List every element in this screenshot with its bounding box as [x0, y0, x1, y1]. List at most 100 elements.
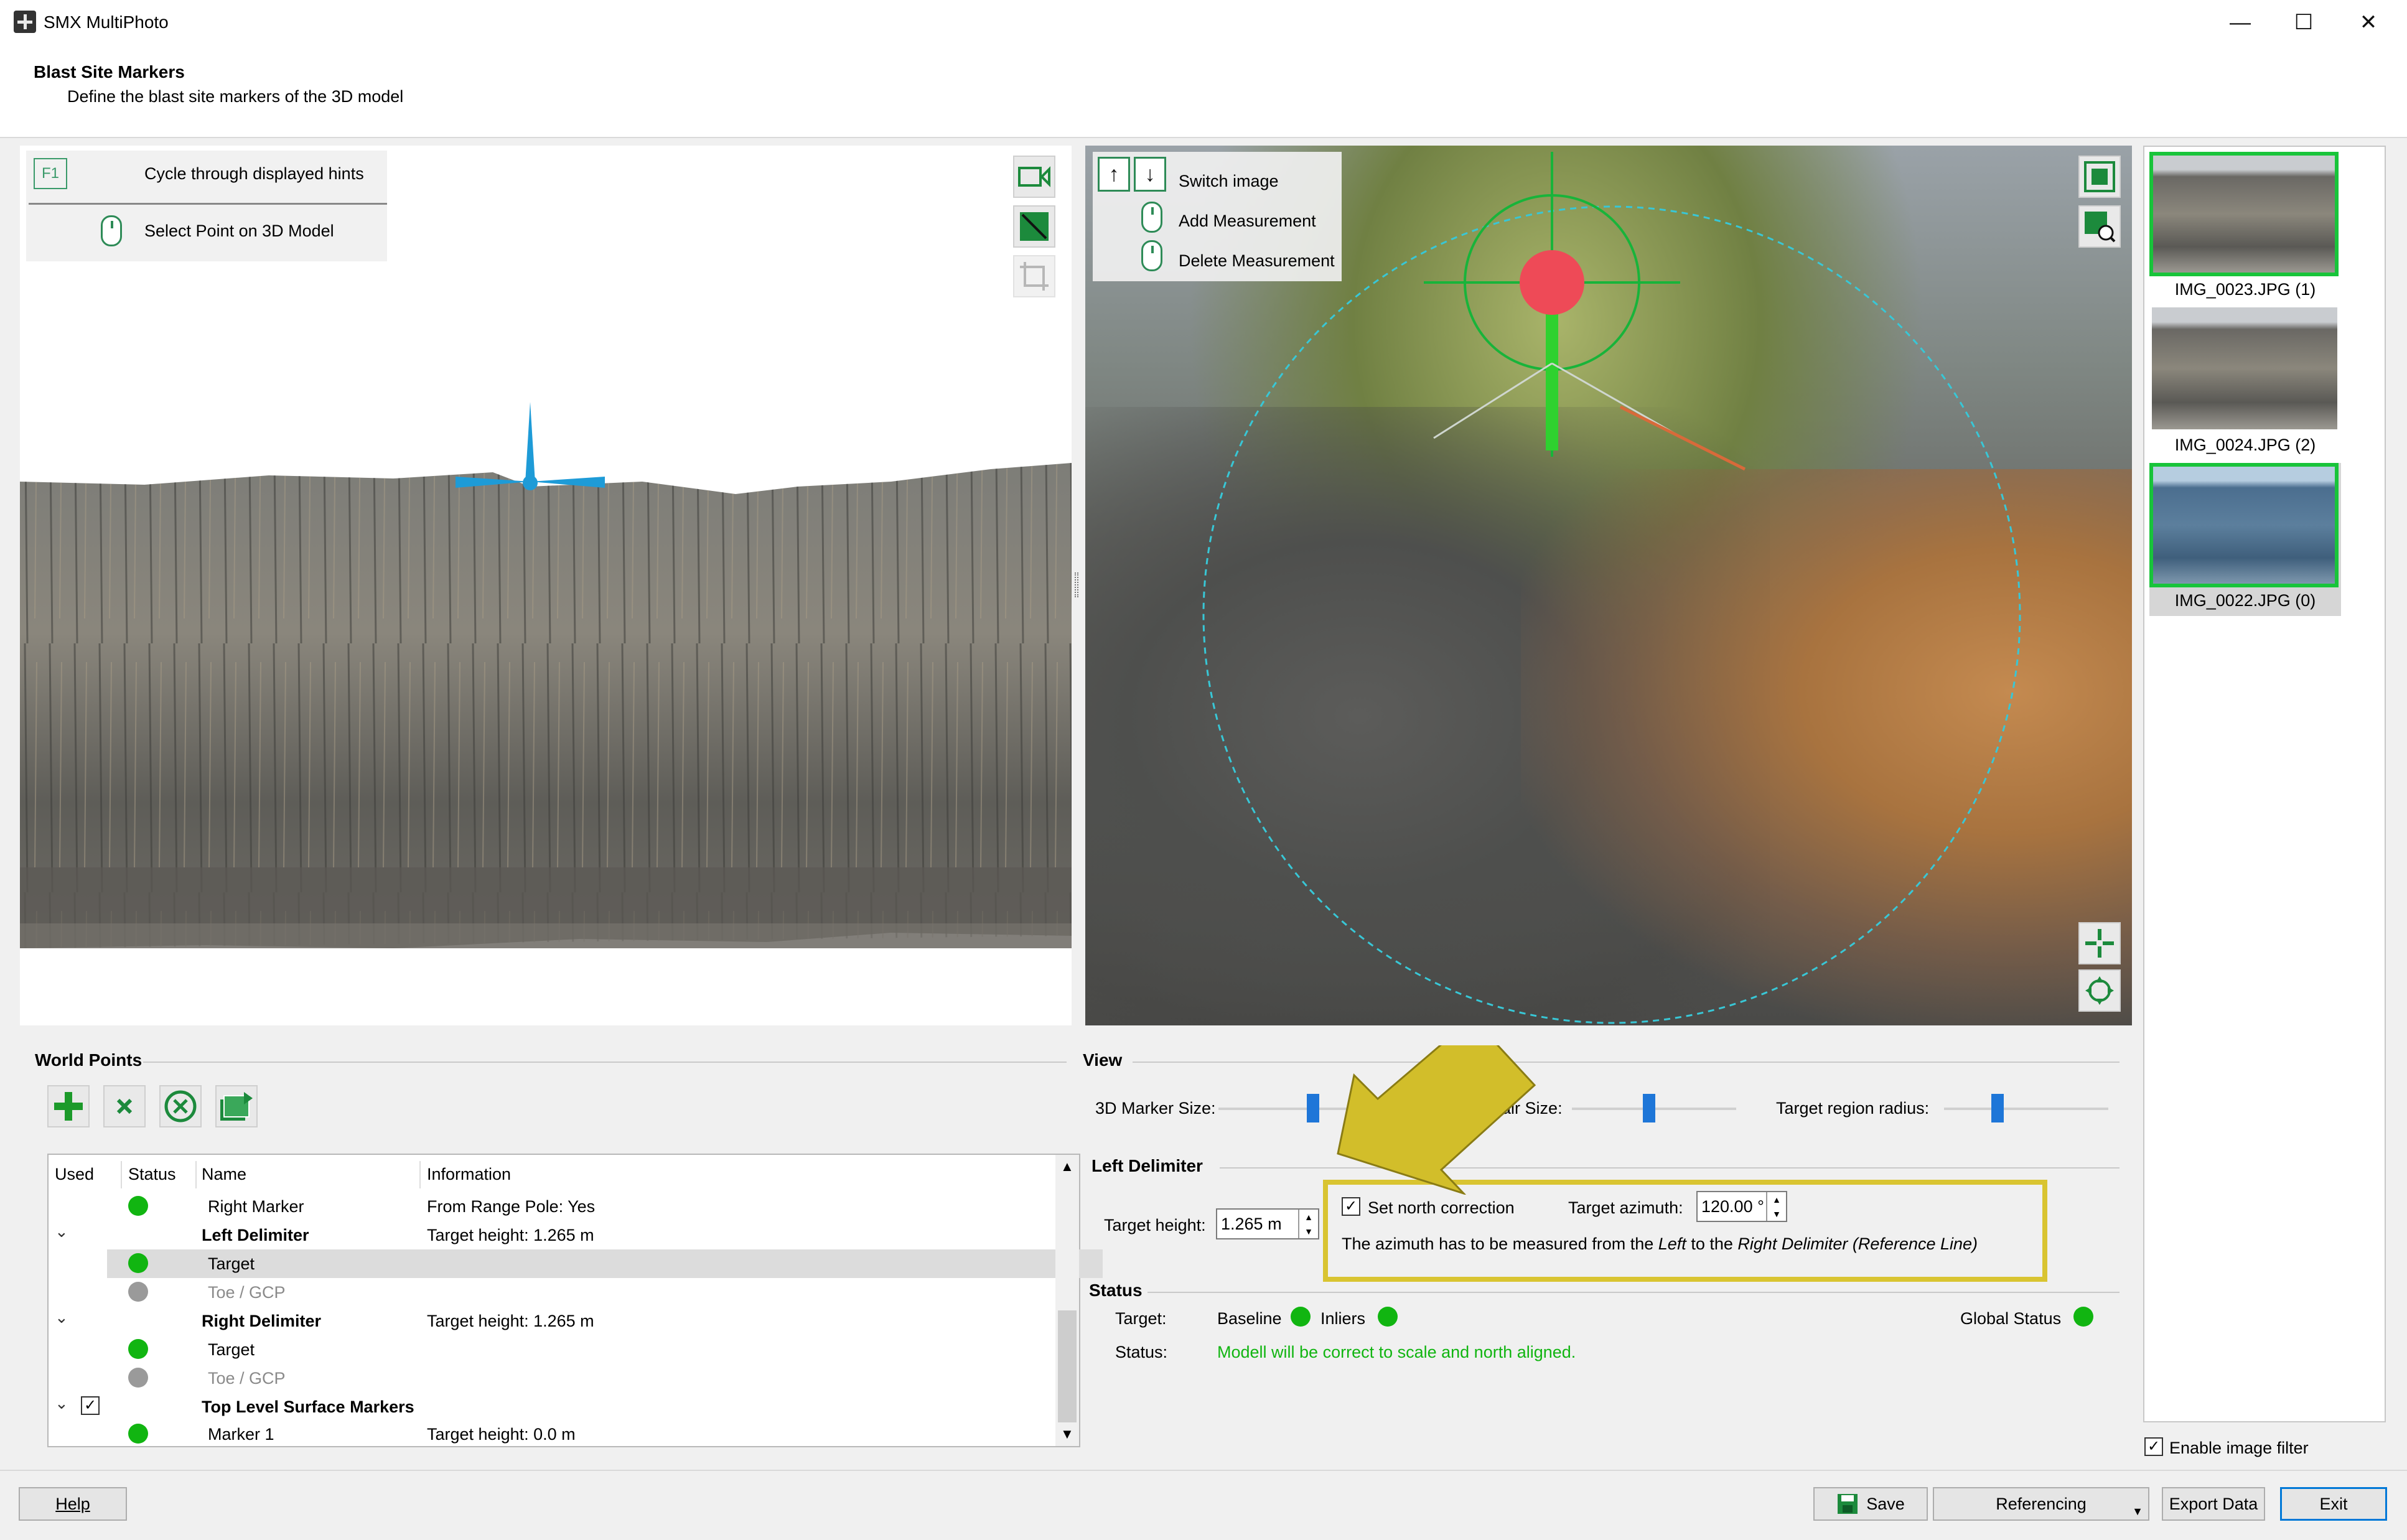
minimize-button[interactable]: — [2209, 0, 2271, 45]
expand-icon[interactable]: ⌄ [55, 1308, 68, 1327]
world-points-tree[interactable]: Used Status Name Information Right Marke… [47, 1154, 1103, 1447]
world-points-title: World Points [35, 1050, 143, 1070]
app-icon [14, 11, 36, 33]
status-dot [128, 1196, 148, 1216]
expand-icon[interactable]: ⌄ [55, 1394, 68, 1413]
delete-point-button[interactable] [103, 1085, 146, 1127]
hint-select-point: Select Point on 3D Model [144, 222, 334, 240]
status-dot [128, 1339, 148, 1359]
crosshair-size-slider[interactable] [1643, 1094, 1655, 1122]
locate-target-icon [2085, 976, 2114, 1005]
target-radius-track[interactable] [1944, 1108, 2108, 1110]
spin-down-icon[interactable]: ▼ [1772, 1210, 1781, 1218]
target-azimuth-spinner[interactable]: ▲ ▼ [1766, 1192, 1786, 1221]
crosshair-icon [2085, 929, 2114, 958]
import-icon [220, 1092, 253, 1121]
column-separator[interactable] [121, 1161, 122, 1188]
north-correction-checkbox[interactable]: ✓ [1342, 1197, 1360, 1216]
section-divider [143, 1062, 1067, 1063]
status-message: Modell will be correct to scale and nort… [1217, 1343, 1576, 1361]
close-icon: ✕ [2359, 11, 2378, 34]
spin-up-icon[interactable]: ▲ [1304, 1213, 1313, 1221]
tree-row[interactable]: Target [49, 1249, 1050, 1278]
column-header-information[interactable]: Information [427, 1165, 511, 1184]
thumbnail-item-selected[interactable]: IMG_0022.JPG (0) [2149, 463, 2341, 616]
column-separator[interactable] [195, 1161, 197, 1188]
mouse-left-icon [101, 215, 122, 246]
marker-size-label: 3D Marker Size: [1095, 1099, 1216, 1118]
scroll-down-icon[interactable]: ▼ [1060, 1426, 1074, 1442]
used-checkbox[interactable]: ✓ [81, 1396, 100, 1415]
row-name: Right Delimiter [202, 1312, 322, 1330]
tree-group-row[interactable]: ⌄ Right Delimiter Target height: 1.265 m [49, 1307, 1050, 1335]
tree-row[interactable]: Target [49, 1335, 1050, 1364]
zoom-image-button[interactable] [2078, 205, 2121, 248]
thumbnail-item[interactable]: IMG_0024.JPG (2) [2149, 307, 2341, 460]
target-azimuth-input[interactable]: 120.00 ° ▲ ▼ [1696, 1191, 1787, 1222]
help-button[interactable]: Help [19, 1487, 127, 1521]
target-radius-slider[interactable] [1991, 1094, 2004, 1122]
column-separator[interactable] [419, 1161, 421, 1188]
scroll-up-icon[interactable]: ▲ [1060, 1159, 1074, 1175]
tree-group-row[interactable]: ⌄ Left Delimiter Target height: 1.265 m [49, 1221, 1050, 1249]
arrow-down-key-icon: ↓ [1134, 157, 1166, 192]
target-height-spinner[interactable]: ▲ ▼ [1298, 1210, 1318, 1238]
row-info: Target height: 1.265 m [427, 1226, 594, 1244]
fit-view-button[interactable] [2078, 156, 2121, 198]
scroll-thumb[interactable] [1058, 1310, 1077, 1422]
marker-size-slider[interactable] [1307, 1094, 1319, 1122]
step-subtitle: Define the blast site markers of the 3D … [67, 87, 404, 106]
status-dot [128, 1282, 148, 1302]
model-3d-viewport[interactable]: F1 Cycle through displayed hints Select … [20, 146, 1072, 1025]
column-header-status[interactable]: Status [128, 1165, 176, 1184]
mouse-right-icon [1141, 240, 1162, 271]
crop-icon [1020, 262, 1049, 291]
tree-row[interactable]: Right Marker From Range Pole: Yes [49, 1192, 1050, 1221]
splitter-handle[interactable] [1075, 572, 1078, 597]
add-point-button[interactable] [47, 1085, 90, 1127]
section-divider [1133, 1062, 2120, 1063]
tree-row[interactable]: Toe / GCP [49, 1278, 1050, 1307]
expand-icon[interactable]: ⌄ [55, 1222, 68, 1241]
diagonal-view-button[interactable] [1013, 205, 1055, 248]
maximize-button[interactable]: ☐ [2273, 0, 2335, 45]
import-points-button[interactable] [215, 1085, 258, 1127]
spin-up-icon[interactable]: ▲ [1772, 1195, 1781, 1204]
north-correction-label: Set north correction [1368, 1198, 1515, 1217]
spin-down-icon[interactable]: ▼ [1304, 1227, 1313, 1236]
referencing-button[interactable]: Referencing ▼ [1933, 1487, 2149, 1521]
f1-key-icon: F1 [34, 158, 67, 189]
locate-target-button[interactable] [2078, 969, 2121, 1012]
marker-size-track[interactable] [1218, 1108, 1349, 1110]
enable-image-filter-label: Enable image filter [2169, 1439, 2309, 1457]
remove-all-button[interactable] [159, 1085, 202, 1127]
camera-button[interactable] [1013, 156, 1055, 198]
exit-button[interactable]: Exit [2280, 1487, 2387, 1521]
close-button[interactable]: ✕ [2337, 0, 2400, 45]
camera-icon [1018, 166, 1050, 187]
column-header-used[interactable]: Used [55, 1165, 94, 1184]
tree-row[interactable]: Toe / GCP [49, 1364, 1050, 1393]
target-height-input[interactable]: 1.265 m ▲ ▼ [1216, 1208, 1319, 1239]
section-divider [1147, 1292, 2120, 1293]
thumbnail-item[interactable]: IMG_0023.JPG (1) [2149, 152, 2341, 305]
save-button[interactable]: Save [1813, 1487, 1928, 1521]
tree-group-row[interactable]: ⌄ ✓ Top Level Surface Markers [49, 1393, 1050, 1421]
export-data-button[interactable]: Export Data [2162, 1487, 2265, 1521]
tree-scrollbar[interactable]: ▲ ▼ [1055, 1155, 1079, 1446]
photo-viewport[interactable]: ↑ ↓ Switch image Add Measurement Delete … [1085, 146, 2132, 1025]
left-delimiter-title: Left Delimiter [1091, 1156, 1203, 1175]
row-name: Right Marker [208, 1197, 304, 1216]
crop-button[interactable] [1013, 255, 1055, 297]
diagonal-view-icon [1020, 212, 1049, 241]
footer-divider [0, 1470, 2407, 1471]
target-radius-label: Target region radius: [1776, 1099, 1930, 1118]
column-header-name[interactable]: Name [202, 1165, 246, 1184]
enable-image-filter-checkbox[interactable]: ✓ [2144, 1437, 2163, 1456]
annotation-arrow-icon [1337, 1045, 1536, 1195]
center-target-button[interactable] [2078, 922, 2121, 964]
maximize-icon: ☐ [2294, 11, 2314, 34]
north-correction-highlight [1323, 1180, 2047, 1282]
row-name: Toe / GCP [208, 1283, 286, 1302]
tree-row[interactable]: Marker 1 Target height: 0.0 m [49, 1421, 1050, 1446]
